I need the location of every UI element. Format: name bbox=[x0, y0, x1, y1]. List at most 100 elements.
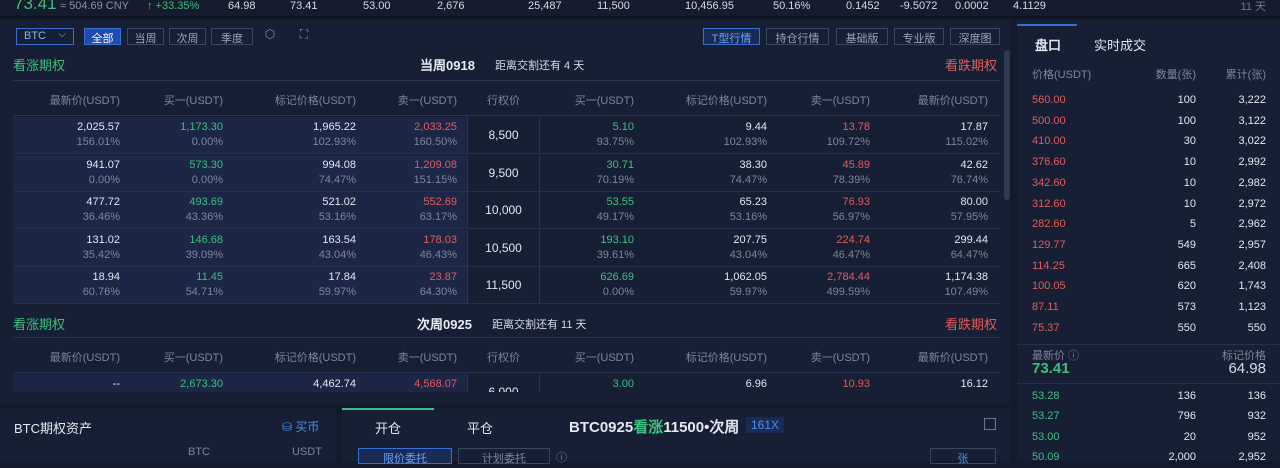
call-value[interactable]: 4,568.07 bbox=[414, 378, 457, 390]
ticker-days: 11 天 bbox=[1240, 1, 1266, 13]
ask-price: 129.77 bbox=[1032, 238, 1066, 251]
call-cell-bg bbox=[13, 374, 467, 392]
ask-price: 376.60 bbox=[1032, 156, 1066, 169]
last-price-value: 73.41 bbox=[1032, 360, 1070, 377]
ask-qty: 549 bbox=[1177, 238, 1196, 251]
ask-total: 2,962 bbox=[1238, 218, 1266, 231]
ask-qty: 10 bbox=[1183, 156, 1196, 169]
ticker-bar: 73.41 ≈ 504.69 CNY ↑ +33.35% 64.98 73.41… bbox=[0, 0, 1280, 18]
active-tab-indicator bbox=[1017, 24, 1077, 26]
ticker-value: 0.0002 bbox=[955, 0, 989, 12]
order-type-plan[interactable]: 计划委托 bbox=[458, 448, 550, 465]
put-value[interactable]: 6.96 bbox=[746, 378, 767, 390]
option-row[interactable]: 6,000 -- 3.00 2,673.30 6.96 4,462.74 10.93 4,56… bbox=[13, 374, 1000, 392]
book-ask-row[interactable]: 282.60 5 2,962 bbox=[1017, 214, 1280, 235]
bid-total: 932 bbox=[1247, 410, 1266, 423]
book-ask-row[interactable]: 560.00 100 3,222 bbox=[1017, 90, 1280, 111]
book-ask-row[interactable]: 129.77 549 2,957 bbox=[1017, 235, 1280, 256]
ask-qty: 573 bbox=[1177, 301, 1196, 313]
ask-qty: 30 bbox=[1183, 135, 1196, 148]
book-ask-row[interactable]: 75.37 550 550 bbox=[1017, 318, 1280, 339]
ask-qty: 550 bbox=[1177, 321, 1196, 334]
book-ask-row[interactable]: 114.25 665 2,408 bbox=[1017, 256, 1280, 277]
tab-real-time-trades[interactable]: 实时成交 bbox=[1094, 35, 1146, 54]
bid-price: 53.27 bbox=[1032, 410, 1060, 423]
instrument-code: BTC0925 bbox=[569, 419, 634, 436]
leverage-badge: 161X bbox=[746, 417, 785, 433]
bid-qty: 796 bbox=[1177, 410, 1196, 423]
ask-price: 500.00 bbox=[1032, 114, 1066, 127]
book-bid-row[interactable]: 53.28 136 136 bbox=[1017, 386, 1280, 407]
ask-price: 100.05 bbox=[1032, 280, 1066, 293]
book-ask-row[interactable]: 500.00 100 3,122 bbox=[1017, 111, 1280, 132]
ask-qty: 100 bbox=[1177, 94, 1196, 106]
scrollbar[interactable] bbox=[1004, 50, 1010, 200]
put-value[interactable]: 3.00 bbox=[613, 378, 634, 390]
ticker-value: 25,487 bbox=[528, 0, 562, 12]
ask-price: 312.60 bbox=[1032, 197, 1066, 210]
book-mid-price: 最新价 ⓘ 73.41 标记价格 64.98 bbox=[1017, 344, 1280, 384]
book-ask-row[interactable]: 376.60 10 2,992 bbox=[1017, 152, 1280, 173]
assets-col-usdt: USDT bbox=[292, 446, 322, 458]
ask-qty: 5 bbox=[1189, 218, 1196, 231]
bid-total: 2,952 bbox=[1238, 450, 1266, 463]
put-value[interactable]: 16.12 bbox=[960, 378, 988, 390]
bid-price: 50.09 bbox=[1032, 450, 1060, 463]
ask-price: 75.37 bbox=[1032, 321, 1060, 334]
book-ask-row[interactable]: 342.60 10 2,982 bbox=[1017, 173, 1280, 194]
tab-order-book[interactable]: 盘口 bbox=[1035, 35, 1061, 54]
ask-price: 282.60 bbox=[1032, 218, 1066, 231]
bid-qty: 20 bbox=[1183, 430, 1196, 443]
info-icon[interactable]: ⓘ bbox=[556, 449, 567, 465]
book-bid-row[interactable]: 50.09 2,000 2,952 bbox=[1017, 447, 1280, 468]
ask-total: 550 bbox=[1247, 321, 1266, 334]
call-value[interactable]: 4,462.74 bbox=[313, 378, 356, 390]
call-value[interactable]: 2,673.30 bbox=[180, 378, 223, 390]
bid-price: 53.28 bbox=[1032, 390, 1060, 402]
ticker-last-price: 73.41 bbox=[14, 0, 57, 13]
tab-close-position[interactable]: 平仓 bbox=[467, 418, 493, 437]
ticker-value: 0.1452 bbox=[846, 0, 880, 12]
ticker-value: 11,500 bbox=[597, 0, 630, 12]
ticker-value: -9.5072 bbox=[900, 0, 938, 12]
unit-select[interactable]: 张 bbox=[930, 448, 996, 465]
buy-coin-label: 买币 bbox=[295, 420, 320, 434]
assets-title: BTC期权资产 bbox=[14, 421, 93, 436]
ticker-value: 73.41 bbox=[290, 0, 318, 12]
ask-total: 1,743 bbox=[1238, 280, 1266, 293]
book-ask-row[interactable]: 410.00 30 3,022 bbox=[1017, 131, 1280, 152]
ask-qty: 665 bbox=[1177, 259, 1196, 272]
ticker-value: 50.16% bbox=[773, 0, 811, 12]
mark-price-value: 64.98 bbox=[1228, 360, 1266, 377]
assets-panel: BTC期权资产 ⛁ 买币 BTC USDT bbox=[0, 408, 336, 461]
book-ask-row[interactable]: 100.05 620 1,743 bbox=[1017, 276, 1280, 297]
strike-price[interactable]: 6,000 bbox=[467, 374, 540, 392]
put-cell-bg bbox=[540, 374, 1000, 392]
put-value[interactable]: 10.93 bbox=[842, 378, 870, 390]
book-ask-row[interactable]: 312.60 10 2,972 bbox=[1017, 194, 1280, 215]
trade-panel: 开仓 平仓 BTC0925看涨11500•次周 161X 限价委托 计划委托 ⓘ… bbox=[342, 408, 1010, 465]
ask-qty: 620 bbox=[1177, 280, 1196, 293]
book-bid-row[interactable]: 53.27 796 932 bbox=[1017, 406, 1280, 427]
call-value[interactable]: -- bbox=[113, 378, 120, 390]
ask-qty: 10 bbox=[1183, 197, 1196, 210]
book-ask-row[interactable]: 87.11 573 1,123 bbox=[1017, 297, 1280, 318]
bid-price: 53.00 bbox=[1032, 430, 1060, 443]
book-bid-row[interactable]: 53.00 20 952 bbox=[1017, 427, 1280, 448]
ask-total: 1,123 bbox=[1238, 301, 1266, 313]
order-book-panel: 盘口 实时成交 价格(USDT) 数量(张) 累计(张) 560.00 100 3,… bbox=[1017, 20, 1280, 463]
buy-coin-link[interactable]: ⛁ 买币 bbox=[282, 418, 319, 435]
ticker-change: ↑ +33.35% bbox=[147, 0, 200, 12]
bid-total: 952 bbox=[1247, 430, 1266, 443]
order-type-limit[interactable]: 限价委托 bbox=[358, 448, 452, 465]
options-chain-panel: BTC ⌵ 全部 当周 次周 季度 ⬡ ⛶ T型行情 持仓行情 基础版 专业版 … bbox=[0, 20, 1010, 404]
book-col-price: 价格(USDT) bbox=[1032, 69, 1092, 81]
ticker-value: 10,456.95 bbox=[685, 0, 734, 12]
book-col-qty: 数量(张) bbox=[1155, 69, 1196, 81]
ticker-value: 64.98 bbox=[228, 0, 256, 12]
book-col-total: 累计(张) bbox=[1225, 69, 1266, 81]
active-tab-indicator bbox=[342, 408, 434, 410]
tab-open-position[interactable]: 开仓 bbox=[375, 418, 401, 437]
ask-price: 87.11 bbox=[1032, 301, 1059, 313]
expand-icon[interactable] bbox=[984, 418, 996, 430]
